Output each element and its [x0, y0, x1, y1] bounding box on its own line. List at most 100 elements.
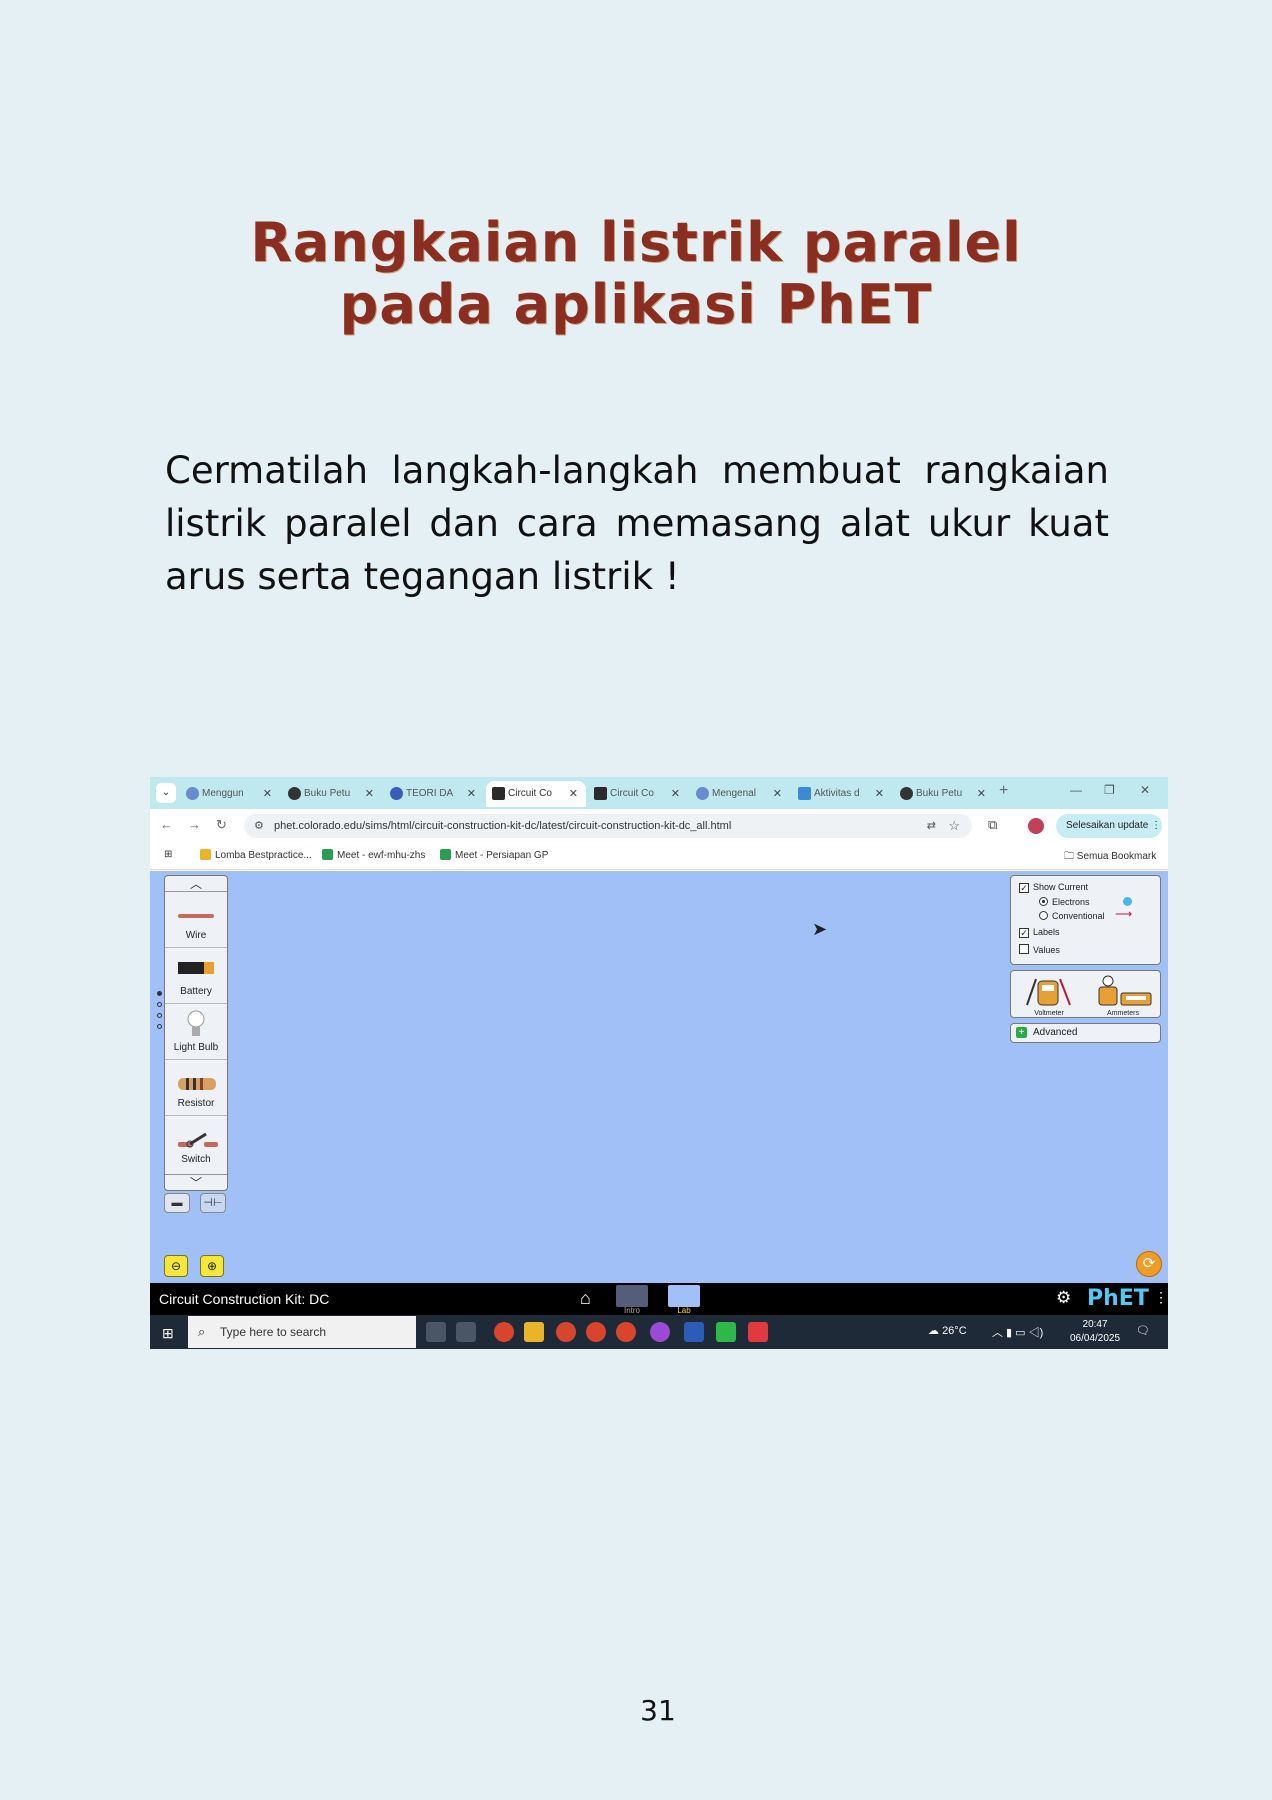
home-icon[interactable]: ⌂: [580, 1288, 591, 1309]
phet-logo-text: PhET: [1087, 1286, 1149, 1311]
app-icon[interactable]: [716, 1322, 736, 1342]
close-icon[interactable]: ✕: [365, 781, 374, 807]
checkbox-unchecked[interactable]: [1019, 944, 1029, 954]
schematic-view-button[interactable]: ⊣⊢: [200, 1193, 226, 1213]
zoom-in-button[interactable]: ⊕: [200, 1255, 224, 1277]
close-icon[interactable]: ✕: [671, 781, 680, 807]
chrome-icon[interactable]: [556, 1322, 576, 1342]
expand-plus-icon[interactable]: +: [1016, 1027, 1027, 1038]
back-icon[interactable]: ←: [160, 817, 173, 832]
close-icon[interactable]: ✕: [467, 781, 476, 807]
bookmark-item[interactable]: Lomba Bestpractice...: [200, 849, 312, 861]
bookmark-item[interactable]: Meet - Persiapan GP: [440, 849, 548, 861]
display-options-panel: ✓ Show Current Electrons Conventional ⟶ ✓…: [1010, 875, 1161, 965]
reset-all-button[interactable]: ⟳: [1136, 1251, 1162, 1277]
tab-search-dropdown[interactable]: ⌄: [156, 783, 176, 803]
taskbar-clock[interactable]: 20:47 06/04/2025: [1070, 1318, 1120, 1346]
phet-logo[interactable]: PhET: [1087, 1286, 1149, 1311]
lifelike-view-button[interactable]: ▬: [164, 1193, 190, 1213]
screen-intro-button[interactable]: [616, 1285, 648, 1307]
page-indicator-dot[interactable]: [157, 1002, 162, 1007]
update-button[interactable]: Selesaikan update ⋮: [1056, 814, 1162, 838]
electrons-radio[interactable]: Electrons: [1039, 897, 1090, 907]
show-current-checkbox[interactable]: ✓ Show Current: [1019, 882, 1088, 893]
restore-icon[interactable]: ❐: [1104, 783, 1115, 797]
bookmark-star-icon[interactable]: ☆: [948, 814, 960, 838]
tab-favicon-icon: [288, 787, 301, 800]
avatar[interactable]: [1028, 818, 1044, 834]
all-bookmarks[interactable]: 🗀 Semua Bookmark: [1064, 849, 1156, 866]
taskbar-search[interactable]: ⌕ Type here to search: [188, 1316, 416, 1348]
menu-dots-icon[interactable]: ⋮: [1154, 1289, 1168, 1306]
labels-checkbox[interactable]: ✓ Labels: [1019, 927, 1060, 938]
scroll-up-icon[interactable]: ︿: [165, 876, 227, 892]
screen-lab-button[interactable]: [668, 1285, 700, 1307]
extensions-icon[interactable]: ⧉: [988, 817, 997, 833]
page-indicator-dot[interactable]: [157, 1024, 162, 1029]
translate-icon[interactable]: ⇄: [927, 814, 936, 838]
site-info-icon[interactable]: ⚙: [254, 814, 264, 838]
browser-tab[interactable]: Buku Petu ✕: [282, 781, 382, 807]
close-window-icon[interactable]: ✕: [1140, 783, 1150, 797]
conventional-radio[interactable]: Conventional: [1039, 911, 1105, 921]
close-icon[interactable]: ✕: [569, 781, 578, 807]
toolbox-light-bulb[interactable]: Light Bulb: [165, 1004, 227, 1060]
radio-selected[interactable]: [1039, 897, 1048, 906]
simulation-canvas[interactable]: ︿ Wire Battery Light Bulb Resistor Switc…: [150, 871, 1168, 1283]
resistor-icon: [178, 1078, 216, 1090]
toolbox-battery[interactable]: Battery: [165, 948, 227, 1004]
values-checkbox[interactable]: Values: [1019, 944, 1060, 955]
page-indicator-dot[interactable]: [157, 991, 162, 996]
voltmeter-tool[interactable]: Voltmeter: [1019, 975, 1079, 1017]
app-icon[interactable]: [650, 1322, 670, 1342]
tab-label: Circuit Co: [508, 788, 552, 799]
update-button-label: Selesaikan update: [1066, 820, 1149, 831]
word-icon[interactable]: [684, 1322, 704, 1342]
browser-tab[interactable]: TEORI DA ✕: [384, 781, 484, 807]
app-icon[interactable]: [748, 1322, 768, 1342]
chrome-icon[interactable]: [616, 1322, 636, 1342]
address-bar[interactable]: ⚙ phet.colorado.edu/sims/html/circuit-co…: [244, 814, 972, 838]
chrome-icon[interactable]: [494, 1322, 514, 1342]
screen-intro-label: Intro: [623, 1306, 640, 1315]
system-tray-icons[interactable]: ︿ ▮ ▭ ◁): [992, 1324, 1043, 1340]
toolbox-wire[interactable]: Wire: [165, 892, 227, 948]
gear-icon[interactable]: ⚙: [1056, 1288, 1071, 1308]
toolbox-resistor[interactable]: Resistor: [165, 1060, 227, 1116]
new-tab-icon[interactable]: +: [999, 782, 1008, 800]
radio-unselected[interactable]: [1039, 911, 1048, 920]
close-icon[interactable]: ✕: [773, 781, 782, 807]
checkbox-checked[interactable]: ✓: [1019, 928, 1029, 938]
reload-icon[interactable]: ↻: [216, 817, 227, 833]
notifications-icon[interactable]: 🗨: [1136, 1324, 1150, 1337]
checkbox-checked[interactable]: ✓: [1019, 883, 1029, 893]
minimize-icon[interactable]: —: [1070, 783, 1082, 797]
forward-icon[interactable]: →: [188, 817, 201, 832]
bookmark-item[interactable]: Meet - ewf-mhu-zhs: [322, 849, 425, 861]
ammeter-tool[interactable]: Ammeters: [1093, 975, 1153, 1017]
browser-tab[interactable]: Aktivitas d ✕: [792, 781, 892, 807]
browser-tab[interactable]: Buku Petu ✕: [894, 781, 994, 807]
phet-navigation-bar: Circuit Construction Kit: DC ⌂ Intro Lab…: [150, 1283, 1168, 1315]
chrome-icon[interactable]: [586, 1322, 606, 1342]
windows-start-icon[interactable]: ⊞: [162, 1325, 174, 1342]
file-explorer-icon[interactable]: [524, 1322, 544, 1342]
browser-tab-active[interactable]: Circuit Co ✕: [486, 781, 586, 807]
widgets-icon[interactable]: [456, 1322, 476, 1342]
scroll-down-icon[interactable]: ﹀: [165, 1174, 227, 1190]
advanced-panel[interactable]: + Advanced: [1010, 1023, 1161, 1043]
close-icon[interactable]: ✕: [263, 781, 272, 807]
zoom-out-button[interactable]: ⊖: [164, 1255, 188, 1277]
close-icon[interactable]: ✕: [977, 781, 986, 807]
browser-tab[interactable]: Menggun ✕: [180, 781, 280, 807]
close-icon[interactable]: ✕: [875, 781, 884, 807]
page-indicator-dot[interactable]: [157, 1013, 162, 1018]
search-placeholder: Type here to search: [220, 1325, 327, 1339]
toolbox-switch[interactable]: Switch: [165, 1116, 227, 1172]
weather-widget[interactable]: ☁ 26°C: [928, 1324, 967, 1337]
tab-favicon-icon: [798, 787, 811, 800]
browser-tab[interactable]: Mengenal ✕: [690, 781, 790, 807]
task-view-icon[interactable]: [426, 1322, 446, 1342]
browser-tab[interactable]: Circuit Co ✕: [588, 781, 688, 807]
apps-grid-icon[interactable]: ⊞: [164, 849, 172, 860]
